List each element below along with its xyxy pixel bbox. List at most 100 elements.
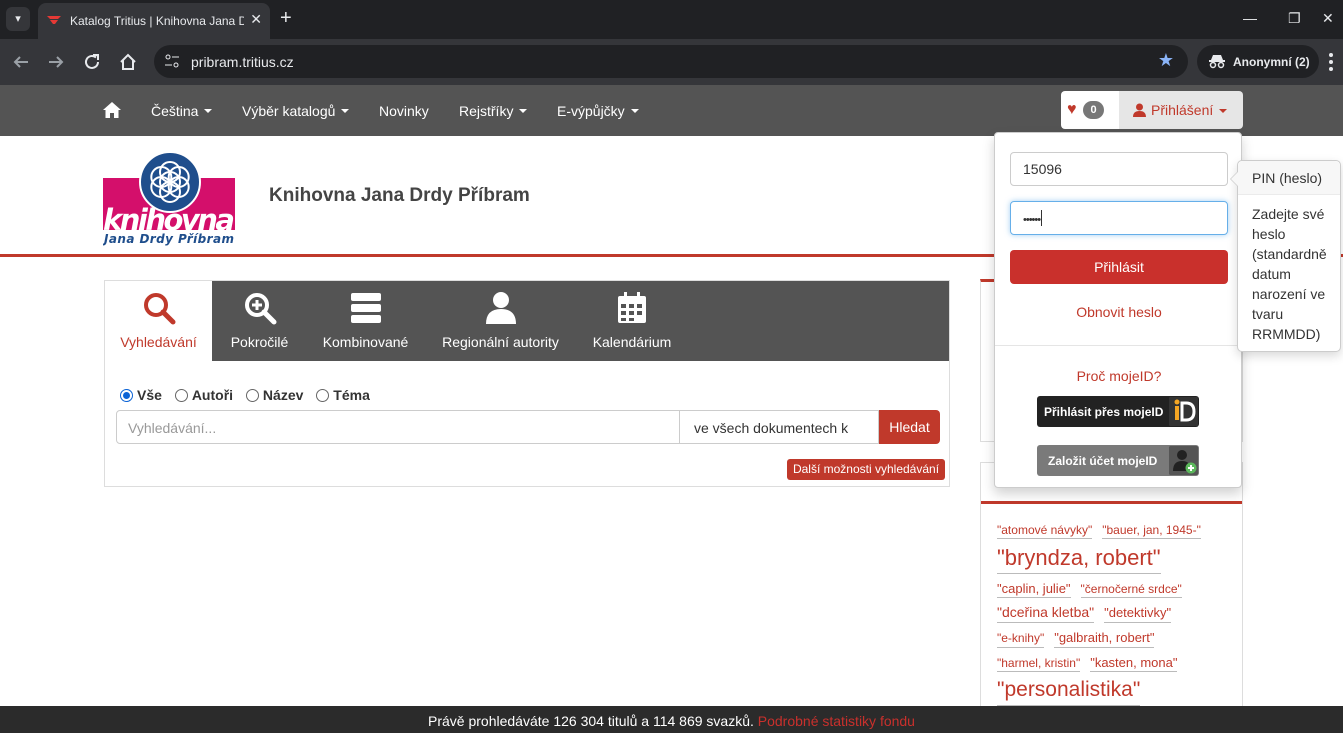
add-user-icon [1169, 446, 1198, 475]
search-panel: Vyhledávání Pokročilé Kombinované Region… [104, 280, 950, 487]
tag-link[interactable]: "detektivky" [1104, 604, 1172, 623]
tag-link[interactable]: "atomové návyky" [997, 522, 1093, 540]
mojeid-login-button[interactable]: Přihlásit přes mojeID [1037, 396, 1199, 427]
text-cursor [1041, 210, 1043, 226]
home-icon[interactable] [102, 101, 122, 119]
nav-catalogs[interactable]: Výběr katalogů [242, 103, 350, 119]
nav-registers[interactable]: Rejstříky [459, 103, 528, 119]
close-icon[interactable]: ✕ [250, 11, 262, 28]
radio-authors[interactable]: Autoři [174, 387, 234, 403]
tag-link[interactable]: "caplin, julie" [997, 580, 1071, 599]
login-submit-button[interactable]: Přihlásit [1010, 250, 1228, 284]
radio-dot [245, 389, 259, 402]
radio-topic-label: Téma [333, 387, 370, 403]
radio-title[interactable]: Název [245, 387, 304, 403]
library-title: Knihovna Jana Drdy Příbram [269, 185, 530, 206]
caret-down-icon [519, 109, 528, 113]
tag-link[interactable]: "harmel, kristin" [997, 655, 1081, 673]
browser-tab[interactable]: Katalog Tritius | Knihovna Jana Drdy Pří… [38, 3, 270, 39]
bookmark-star-icon[interactable]: ★ [1158, 50, 1174, 71]
nav-news[interactable]: Novinky [379, 103, 429, 119]
tab-regional-authorities-label: Regionální autority [442, 334, 559, 350]
nav-language-label: Čeština [151, 103, 199, 119]
tag-cloud-header-line [981, 501, 1242, 504]
tab-advanced[interactable]: Pokročilé [212, 281, 307, 361]
login-label: Přihlášení [1151, 102, 1214, 118]
username-field[interactable]: 15096 [1010, 152, 1228, 186]
search-input[interactable]: Vyhledávání... [116, 410, 680, 444]
favorites-button[interactable]: ♥ 0 [1061, 91, 1119, 129]
tag-link[interactable]: "galbraith, robert" [1054, 629, 1155, 648]
tab-combined[interactable]: Kombinované [307, 281, 424, 361]
tab-combined-label: Kombinované [322, 334, 409, 350]
nav-registers-label: Rejstříky [459, 103, 514, 119]
library-logo[interactable]: knihovna Jana Drdy Příbram [103, 146, 237, 246]
nav-catalogs-label: Výběr katalogů [242, 103, 336, 119]
tag-link[interactable]: "dceřina kletba" [997, 603, 1095, 624]
search-button[interactable]: Hledat [879, 410, 940, 444]
new-tab-icon[interactable]: + [280, 8, 292, 28]
tab-calendar-label: Kalendárium [592, 334, 672, 350]
search-scope-select[interactable]: ve všech dokumentech k [679, 410, 879, 444]
incognito-profile-button[interactable]: Anonymní (2) [1197, 45, 1319, 78]
footer-stats-link[interactable]: Podrobné statistiky fondu [758, 713, 915, 729]
reload-icon[interactable] [81, 51, 103, 73]
home-icon[interactable] [117, 51, 139, 73]
radio-authors-label: Autoři [191, 387, 234, 403]
nav-eloans[interactable]: E-výpůjčky [557, 103, 639, 119]
browser-toolbar: pribram.tritius.cz ★ Anonymní (2) [0, 39, 1343, 85]
tab-advanced-label: Pokročilé [230, 334, 289, 350]
back-arrow-icon[interactable] [10, 51, 32, 73]
tag-link[interactable]: "kasten, mona" [1090, 654, 1178, 673]
user-icon [1133, 103, 1146, 117]
radio-dot [120, 389, 133, 402]
forward-arrow-icon[interactable] [45, 51, 67, 73]
radio-topic[interactable]: Téma [316, 387, 370, 403]
person-icon [485, 292, 516, 324]
svg-text:Jana Drdy Příbram: Jana Drdy Příbram [103, 232, 234, 246]
tab-search-button[interactable]: ▾ [6, 7, 30, 31]
footer-text: Právě prohledáváte 126 304 titulů a 114 … [428, 713, 754, 729]
search-field-radios: Vše Autoři Název Téma [120, 387, 379, 403]
address-bar[interactable]: pribram.tritius.cz ★ [154, 45, 1188, 78]
tab-search-label: Vyhledávání [120, 334, 197, 350]
nav-eloans-label: E-výpůjčky [557, 103, 625, 119]
divider [995, 345, 1241, 346]
tab-search[interactable]: Vyhledávání [105, 281, 212, 361]
reset-password-link[interactable]: Obnovit heslo [995, 304, 1243, 320]
more-menu-icon[interactable] [1328, 51, 1334, 73]
tag-link[interactable]: "bryndza, robert" [997, 543, 1161, 574]
tag-link[interactable]: "e-knihy" [997, 630, 1045, 648]
restore-icon[interactable]: ❐ [1288, 10, 1301, 27]
tab-title: Katalog Tritius | Knihovna Jana Drdy Pří… [70, 14, 244, 28]
minimize-icon[interactable]: — [1243, 10, 1257, 26]
mojeid-create-button[interactable]: Založit účet mojeID [1037, 445, 1199, 476]
radio-title-label: Název [262, 387, 304, 403]
tab-calendar[interactable]: Kalendárium [577, 281, 687, 361]
login-dropdown-toggle[interactable]: Přihlášení [1119, 91, 1243, 129]
tag-link[interactable]: "černočerné srdce" [1080, 581, 1182, 599]
radio-dot [316, 389, 330, 402]
tooltip-arrow [1230, 171, 1238, 187]
browser-tabbar: ▾ Katalog Tritius | Knihovna Jana Drdy P… [0, 0, 1343, 39]
tooltip-title: PIN (heslo) [1238, 161, 1340, 195]
tag-link[interactable]: "personalistika" [997, 676, 1141, 706]
nav-language[interactable]: Čeština [151, 103, 213, 119]
more-search-options-button[interactable]: Další možnosti vyhledávání [787, 459, 945, 480]
caret-down-icon [630, 109, 639, 113]
window-close-icon[interactable]: ✕ [1322, 10, 1334, 27]
stats-footer: Právě prohledáváte 126 304 titulů a 114 … [0, 706, 1343, 733]
radio-all[interactable]: Vše [120, 387, 162, 403]
chevron-down-icon: ▾ [15, 13, 21, 25]
tab-regional-authorities[interactable]: Regionální autority [424, 281, 577, 361]
search-icon [143, 293, 175, 325]
site-settings-icon[interactable] [164, 53, 180, 69]
password-value: •••••• [1023, 214, 1041, 226]
password-tooltip: PIN (heslo) Zadejte své heslo (standardn… [1230, 160, 1341, 352]
tag-link[interactable]: "bauer, jan, 1945-" [1102, 522, 1201, 540]
calendar-icon [618, 292, 646, 323]
why-mojeid-link[interactable]: Proč mojeID? [995, 368, 1243, 384]
server-stack-icon [350, 293, 381, 323]
password-field[interactable]: •••••• [1010, 201, 1228, 235]
tritius-favicon-icon [47, 16, 61, 24]
